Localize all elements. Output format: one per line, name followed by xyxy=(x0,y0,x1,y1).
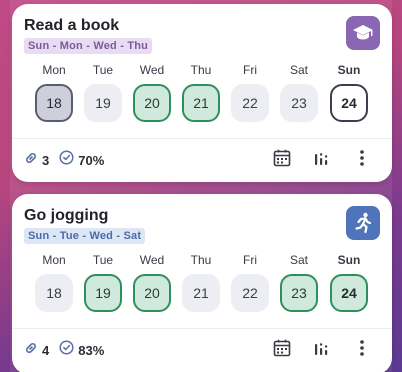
day-sat[interactable]: Sat 23 xyxy=(279,62,319,122)
calendar-icon xyxy=(272,338,292,363)
day-label: Wed xyxy=(139,63,165,77)
day-label: Fri xyxy=(243,253,257,267)
day-cell[interactable]: 21 xyxy=(182,84,220,122)
completion-percent: 70% xyxy=(78,152,105,168)
completion-percent: 83% xyxy=(78,342,105,358)
day-sun[interactable]: Sun 24 xyxy=(329,252,369,312)
check-circle-icon xyxy=(59,150,74,170)
day-label: Thu xyxy=(190,63,212,77)
more-vertical-icon xyxy=(359,339,365,362)
day-cell[interactable]: 19 xyxy=(84,84,122,122)
day-thu[interactable]: Thu 21 xyxy=(181,252,221,312)
day-label: Sat xyxy=(289,253,308,267)
habit-card-go-jogging[interactable]: Go jogging Sun - Tue - Wed - Sat Mon 18 … xyxy=(12,194,392,372)
streak-stat: 4 xyxy=(24,341,49,360)
habit-title: Read a book xyxy=(24,17,120,34)
day-label: Mon xyxy=(42,63,66,77)
day-cell[interactable]: 21 xyxy=(182,274,220,312)
bar-chart-icon xyxy=(313,149,331,172)
completion-stat: 70% xyxy=(59,150,104,170)
habit-card-read-a-book[interactable]: Read a book Sun - Mon - Wed - Thu Mon 18… xyxy=(12,4,392,182)
day-cell[interactable]: 19 xyxy=(84,274,122,312)
card-footer: 3 70% xyxy=(12,139,392,181)
day-fri[interactable]: Fri 22 xyxy=(230,252,270,312)
schedule-badge: Sun - Mon - Wed - Thu xyxy=(24,38,153,54)
check-circle-icon xyxy=(59,340,74,360)
day-cell[interactable]: 24 xyxy=(330,84,368,122)
more-options-button[interactable] xyxy=(342,144,382,176)
day-label: Wed xyxy=(139,253,165,267)
calendar-icon xyxy=(272,148,292,173)
week-strip: Mon 18 Tue 19 Wed 20 Thu 21 Fri 22 Sat 2… xyxy=(12,252,392,330)
completion-stat: 83% xyxy=(59,340,104,360)
graduation-cap-icon xyxy=(346,16,380,50)
calendar-button[interactable] xyxy=(262,334,302,366)
streak-stat: 3 xyxy=(24,151,49,170)
day-label: Mon xyxy=(42,253,66,267)
day-label: Tue xyxy=(92,253,114,267)
week-strip: Mon 18 Tue 19 Wed 20 Thu 21 Fri 22 Sat 2… xyxy=(12,62,392,140)
day-thu[interactable]: Thu 21 xyxy=(181,62,221,122)
day-label: Thu xyxy=(190,253,212,267)
day-cell[interactable]: 18 xyxy=(35,84,73,122)
day-cell[interactable]: 24 xyxy=(330,274,368,312)
day-mon[interactable]: Mon 18 xyxy=(34,252,74,312)
day-label: Sat xyxy=(289,63,308,77)
day-label: Sun xyxy=(337,63,361,77)
link-icon xyxy=(24,151,38,170)
streak-count: 3 xyxy=(42,152,50,168)
statistics-button[interactable] xyxy=(302,334,342,366)
bar-chart-icon xyxy=(313,339,331,362)
day-mon[interactable]: Mon 18 xyxy=(34,62,74,122)
day-wed[interactable]: Wed 20 xyxy=(132,62,172,122)
day-sun[interactable]: Sun 24 xyxy=(329,62,369,122)
day-cell[interactable]: 22 xyxy=(231,84,269,122)
running-icon xyxy=(346,206,380,240)
more-vertical-icon xyxy=(359,149,365,172)
streak-count: 4 xyxy=(42,342,50,358)
day-sat[interactable]: Sat 23 xyxy=(279,252,319,312)
day-cell[interactable]: 23 xyxy=(280,274,318,312)
day-tue[interactable]: Tue 19 xyxy=(83,62,123,122)
statistics-button[interactable] xyxy=(302,144,342,176)
link-icon xyxy=(24,341,38,360)
day-label: Fri xyxy=(243,63,257,77)
day-tue[interactable]: Tue 19 xyxy=(83,252,123,312)
day-label: Tue xyxy=(92,63,114,77)
calendar-button[interactable] xyxy=(262,144,302,176)
day-cell[interactable]: 22 xyxy=(231,274,269,312)
habit-title: Go jogging xyxy=(24,207,109,224)
day-fri[interactable]: Fri 22 xyxy=(230,62,270,122)
day-cell[interactable]: 23 xyxy=(280,84,318,122)
more-options-button[interactable] xyxy=(342,334,382,366)
day-cell[interactable]: 20 xyxy=(133,84,171,122)
schedule-badge: Sun - Tue - Wed - Sat xyxy=(24,228,146,244)
day-cell[interactable]: 18 xyxy=(35,274,73,312)
day-cell[interactable]: 20 xyxy=(133,274,171,312)
day-label: Sun xyxy=(337,253,361,267)
day-wed[interactable]: Wed 20 xyxy=(132,252,172,312)
card-footer: 4 83% xyxy=(12,329,392,371)
